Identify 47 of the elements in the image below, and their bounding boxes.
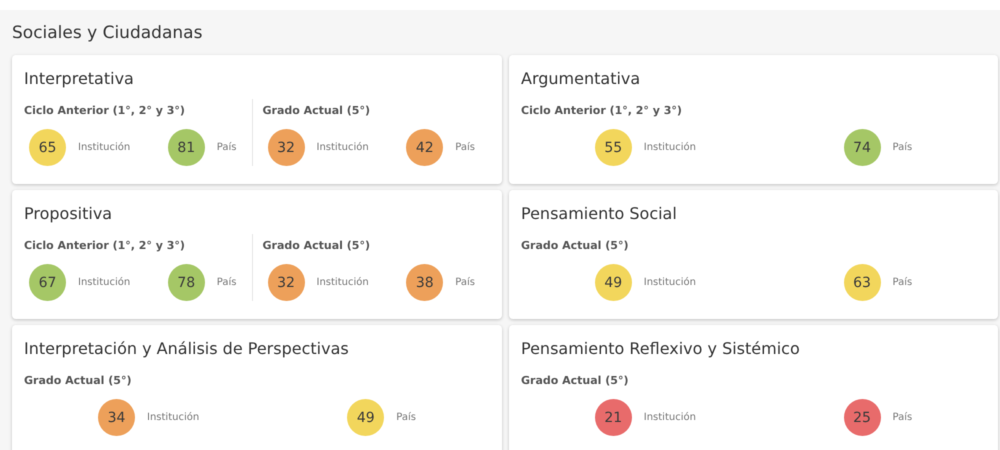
score-circle: 78 [168,264,205,301]
card-title: Interpretativa [24,68,135,90]
score-circle: 74 [844,129,880,166]
score-circle: 34 [98,399,136,436]
score-circle: 21 [594,399,632,436]
card-title: Argumentativa [521,68,642,90]
score-circle: 32 [268,129,304,166]
score-label: Institución [644,142,696,153]
card-title: Propositiva [24,203,114,225]
card-title: Interpretación y Análisis de Perspectivas [24,338,350,360]
score-circle: 63 [844,264,880,301]
score-label: País [892,142,912,153]
score-label: País [892,277,912,288]
score-circle: 42 [406,129,444,166]
score-circle: 55 [594,129,632,166]
group-label: Grado Actual (5°) [24,373,132,389]
score-circle: 25 [844,399,880,436]
score-label: Institución [316,277,369,288]
group-label: Grado Actual (5°) [262,238,370,254]
score-circle: 38 [406,264,444,301]
score-label: País [892,412,912,423]
score-circle: 67 [29,264,66,301]
score-label: País [396,412,416,423]
section-title: Sociales y Ciudadanas [12,22,204,44]
group-label: Grado Actual (5°) [521,373,628,389]
group-label: Ciclo Anterior (1°, 2° y 3°) [24,103,185,119]
score-label: Institución [316,142,369,153]
group-label: Grado Actual (5°) [521,238,628,254]
score-circle: 49 [347,399,384,436]
score-circle: 32 [268,264,304,301]
score-label: País [216,277,236,288]
score-label: País [455,277,475,288]
score-circle: 81 [168,129,205,166]
group-label: Ciclo Anterior (1°, 2° y 3°) [521,103,682,119]
group-label: Grado Actual (5°) [262,103,370,119]
score-label: Institución [644,277,696,288]
score-label: Institución [78,142,130,153]
score-circle: 65 [29,129,66,166]
score-label: Institución [147,412,200,423]
score-label: Institución [644,412,696,423]
score-label: País [455,142,475,153]
card-title: Pensamiento Social [521,203,678,225]
score-circle: 49 [594,264,632,301]
group-label: Ciclo Anterior (1°, 2° y 3°) [24,238,185,254]
score-label: Institución [78,277,130,288]
score-label: País [216,142,236,153]
card-title: Pensamiento Reflexivo y Sistémico [521,338,801,360]
